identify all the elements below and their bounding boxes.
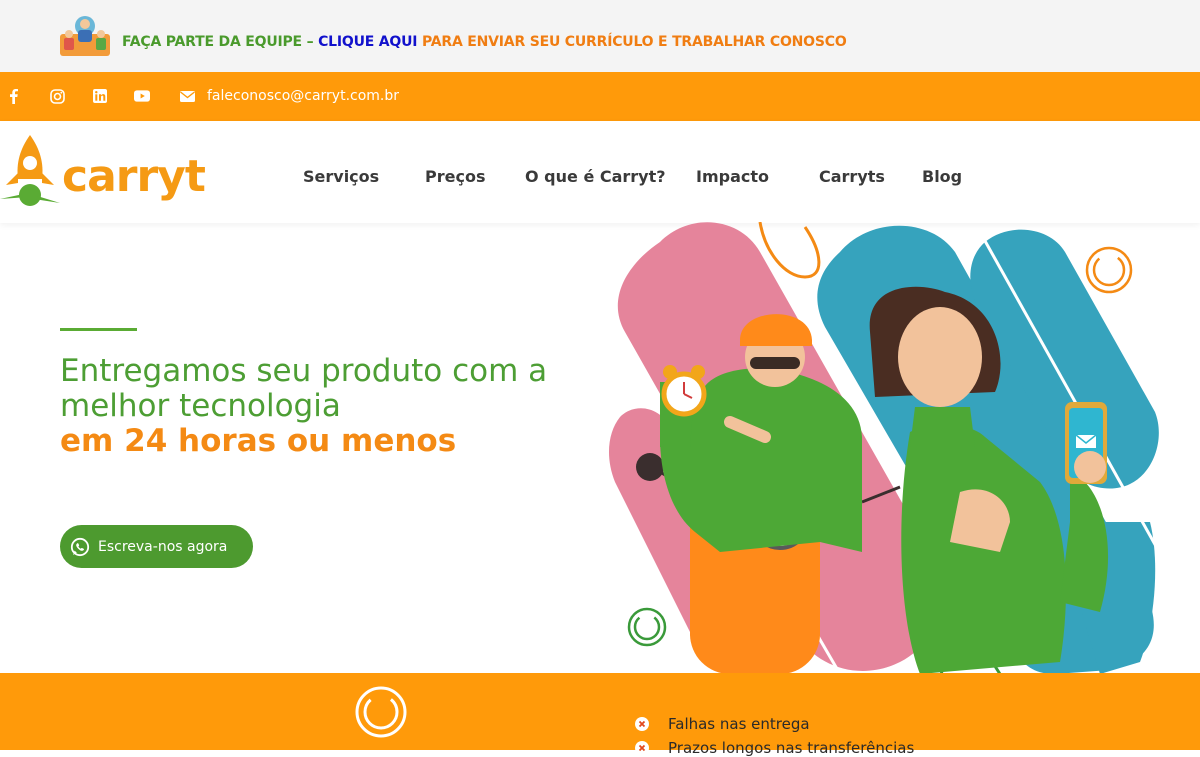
careers-promo-text[interactable]: FAÇA PARTE DA EQUIPE – CLIQUE AQUI PARA … — [122, 34, 847, 50]
hero-title-line1: Entregamos seu produto com a — [60, 353, 548, 389]
problem-item: Falhas nas entrega — [634, 715, 810, 733]
youtube-icon[interactable] — [134, 88, 150, 104]
whatsapp-cta-label: Escreva-nos agora — [98, 538, 228, 555]
x-circle-icon — [635, 741, 649, 755]
orange-ring-icon — [1085, 246, 1133, 294]
carryt-logo[interactable]: carryt — [0, 133, 210, 215]
hero-accent-line — [60, 328, 137, 331]
problem-item-label: Falhas nas entrega — [668, 715, 810, 733]
careers-promo-bar: FAÇA PARTE DA EQUIPE – CLIQUE AQUI PARA … — [0, 0, 1200, 72]
problem-item-label: Prazos longos nas transferências — [668, 739, 915, 757]
team-people-icon — [60, 16, 110, 56]
promo-text-part1: FAÇA PARTE DA EQUIPE – — [122, 34, 319, 50]
problems-section — [0, 673, 1200, 750]
hero-title: Entregamos seu produto com a melhor tecn… — [60, 354, 620, 459]
whatsapp-cta-button[interactable]: Escreva-nos agora — [60, 525, 253, 568]
nav-carryts[interactable]: Carryts — [819, 167, 885, 186]
social-bar: faleconosco@carryt.com.br — [0, 72, 1200, 121]
linkedin-icon[interactable] — [92, 88, 108, 104]
nav-impacto[interactable]: Impacto — [696, 167, 769, 186]
contact-email-link[interactable]: faleconosco@carryt.com.br — [207, 88, 399, 104]
promo-click-here-link[interactable]: CLIQUE AQUI — [318, 34, 417, 50]
mail-icon — [179, 88, 195, 104]
white-ring-icon — [355, 686, 407, 738]
rocket-logo-icon — [0, 135, 60, 206]
x-circle-icon — [635, 717, 649, 731]
nav-o-que-e-carryt[interactable]: O que é Carryt? — [525, 167, 666, 186]
nav-blog[interactable]: Blog — [922, 167, 962, 186]
green-ring-icon — [627, 607, 667, 647]
facebook-icon[interactable] — [6, 88, 22, 104]
hero-title-line2: melhor tecnologia — [60, 388, 341, 424]
problem-item: Prazos longos nas transferências — [634, 739, 914, 757]
instagram-icon[interactable] — [49, 88, 65, 104]
whatsapp-icon — [70, 537, 90, 556]
logo-wordmark: carryt — [62, 151, 206, 202]
nav-precos[interactable]: Preços — [425, 167, 485, 186]
hero-title-emphasis: em 24 horas ou menos — [60, 423, 457, 459]
nav-servicos[interactable]: Serviços — [303, 167, 379, 186]
promo-text-part2: PARA ENVIAR SEU CURRÍCULO E TRABALHAR CO… — [417, 34, 847, 50]
hero-illustration — [608, 222, 1192, 674]
main-header: carryt Serviços Preços O que é Carryt? I… — [0, 121, 1200, 223]
